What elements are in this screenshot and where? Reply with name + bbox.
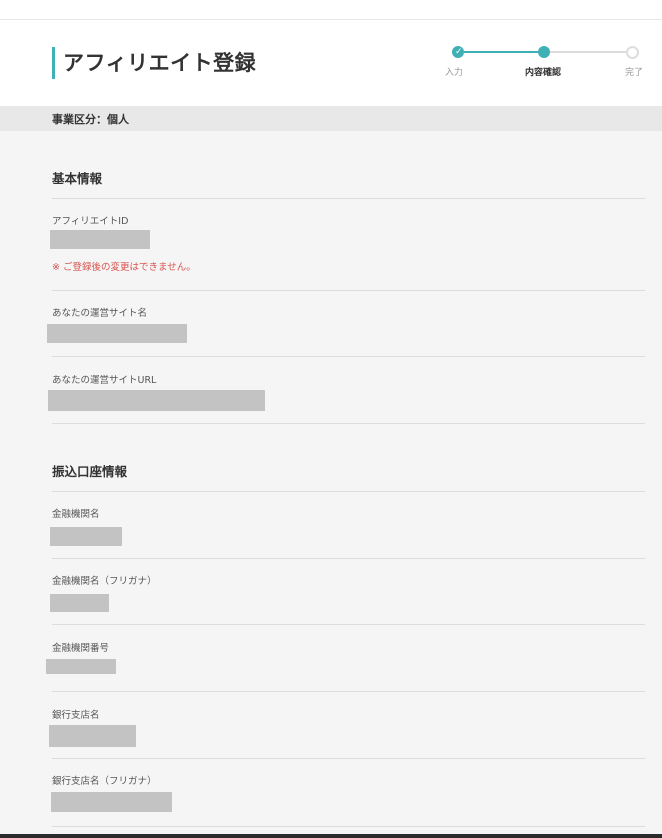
section-title-basic: 基本情報 xyxy=(52,171,103,186)
step-connector-1 xyxy=(464,51,544,53)
step-label-confirm: 内容確認 xyxy=(525,68,562,78)
step-label-complete: 完了 xyxy=(625,68,644,78)
progress-stepper: ✓ 入力 内容確認 完了 xyxy=(445,44,655,84)
branch-name-kana-value xyxy=(51,792,172,812)
divider xyxy=(52,558,645,559)
step-current-dot xyxy=(538,46,550,58)
top-bar xyxy=(0,0,662,20)
bank-name-kana-value xyxy=(50,594,109,612)
divider xyxy=(52,691,645,692)
bank-code-value xyxy=(46,659,116,674)
branch-name-value xyxy=(49,725,136,747)
section-title-bank: 振込口座情報 xyxy=(52,464,128,479)
bank-name-value xyxy=(50,527,122,546)
site-url-value xyxy=(48,390,265,411)
field-label-bank-name: 金融機関名 xyxy=(52,509,100,520)
site-name-value xyxy=(47,324,187,343)
page-title: アフィリエイト登録 xyxy=(63,51,257,75)
field-label-site-name: あなたの運営サイト名 xyxy=(52,308,148,319)
check-icon: ✓ xyxy=(455,47,463,57)
step-connector-2 xyxy=(550,51,628,53)
field-label-site-url: あなたの運営サイトURL xyxy=(52,375,157,386)
field-label-bank-name-kana: 金融機関名（フリガナ） xyxy=(52,576,157,587)
step-done-dot: ✓ xyxy=(452,46,464,58)
divider xyxy=(52,758,645,759)
field-label-affiliate-id: アフィリエイトID xyxy=(52,216,129,227)
divider xyxy=(52,290,645,291)
bottom-bar xyxy=(0,834,662,838)
business-type-bar: 事業区分：個人 xyxy=(0,106,662,131)
title-accent: アフィリエイト登録 xyxy=(52,47,256,79)
field-label-branch-name: 銀行支店名 xyxy=(52,710,100,721)
divider xyxy=(52,356,645,357)
field-label-bank-code: 金融機関番号 xyxy=(52,643,110,654)
page-header: アフィリエイト登録 ✓ 入力 内容確認 完了 xyxy=(0,20,662,106)
affiliate-id-note: ※ ご登録後の変更はできません。 xyxy=(52,262,196,273)
step-label-input: 入力 xyxy=(445,68,464,78)
step-pending-dot xyxy=(626,46,639,59)
divider xyxy=(52,826,645,827)
divider xyxy=(52,423,645,424)
divider xyxy=(52,491,645,492)
business-type-text: 事業区分：個人 xyxy=(52,113,129,126)
affiliate-id-value xyxy=(50,230,150,249)
divider xyxy=(52,198,645,199)
divider xyxy=(52,624,645,625)
field-label-branch-name-kana: 銀行支店名（フリガナ） xyxy=(52,776,157,787)
